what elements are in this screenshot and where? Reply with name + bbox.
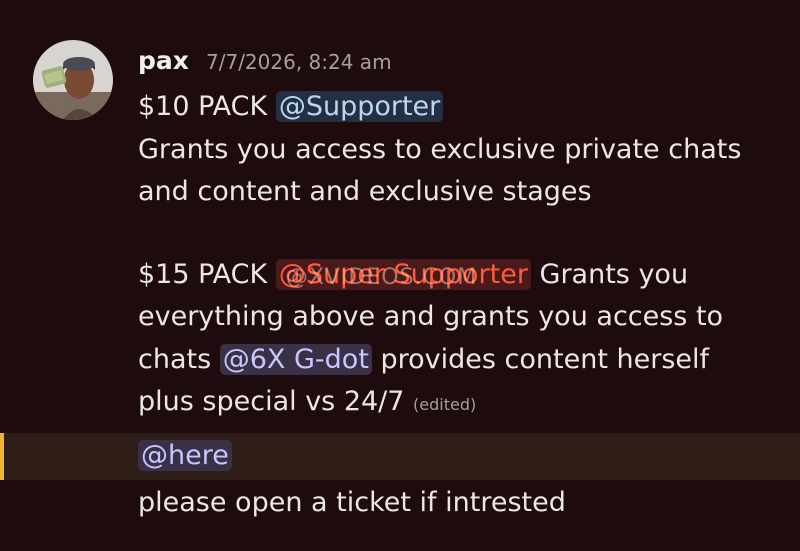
mention-super-supporter-text: @Super Supporter [278, 258, 528, 290]
mention-here[interactable]: @here [138, 440, 232, 471]
message-line: chats @6X G-dot provides content herself [138, 339, 778, 382]
mention-highlight-row: @here [0, 433, 800, 480]
avatar-photo-icon [33, 40, 113, 120]
message-line: Grants you access to exclusive private c… [138, 133, 742, 165]
message-line: $15 PACK @Super Supporter @XVIDEOS.COM Gr… [138, 254, 778, 297]
highlight-bar [0, 433, 4, 480]
message-line: please open a ticket if intrested [138, 487, 566, 518]
message-line: everything above and grants you access t… [138, 301, 724, 332]
message-header: pax 7/7/2026, 8:24 am [138, 46, 392, 86]
message-body: $10 PACK @Supporter Grants you access to… [138, 86, 778, 424]
here-line: @here [138, 435, 232, 477]
message-text: Grants you [530, 258, 689, 290]
message-line: plus special vs 24/7 (edited) [138, 381, 778, 424]
message-text: chats [138, 343, 220, 375]
message-line: $10 PACK @Supporter [138, 86, 778, 129]
username[interactable]: pax [138, 46, 189, 75]
edited-label: (edited) [413, 395, 477, 414]
pack-label: $10 PACK [138, 91, 276, 122]
timestamp: 7/7/2026, 8:24 am [206, 50, 392, 74]
mention-super-supporter[interactable]: @Super Supporter @XVIDEOS.COM [275, 258, 531, 290]
message-text: provides content herself [371, 343, 710, 375]
mention-supporter[interactable]: @Supporter [275, 91, 444, 122]
message-text: plus special vs 24/7 [138, 386, 414, 417]
mention-gdot[interactable]: @6X G-dot [219, 343, 372, 375]
avatar[interactable] [33, 40, 113, 120]
chat-view: pax 7/7/2026, 8:24 am $10 PACK @Supporte… [0, 0, 800, 551]
pack-label: $15 PACK [138, 258, 276, 290]
message-line: and content and exclusive stages [138, 176, 592, 207]
